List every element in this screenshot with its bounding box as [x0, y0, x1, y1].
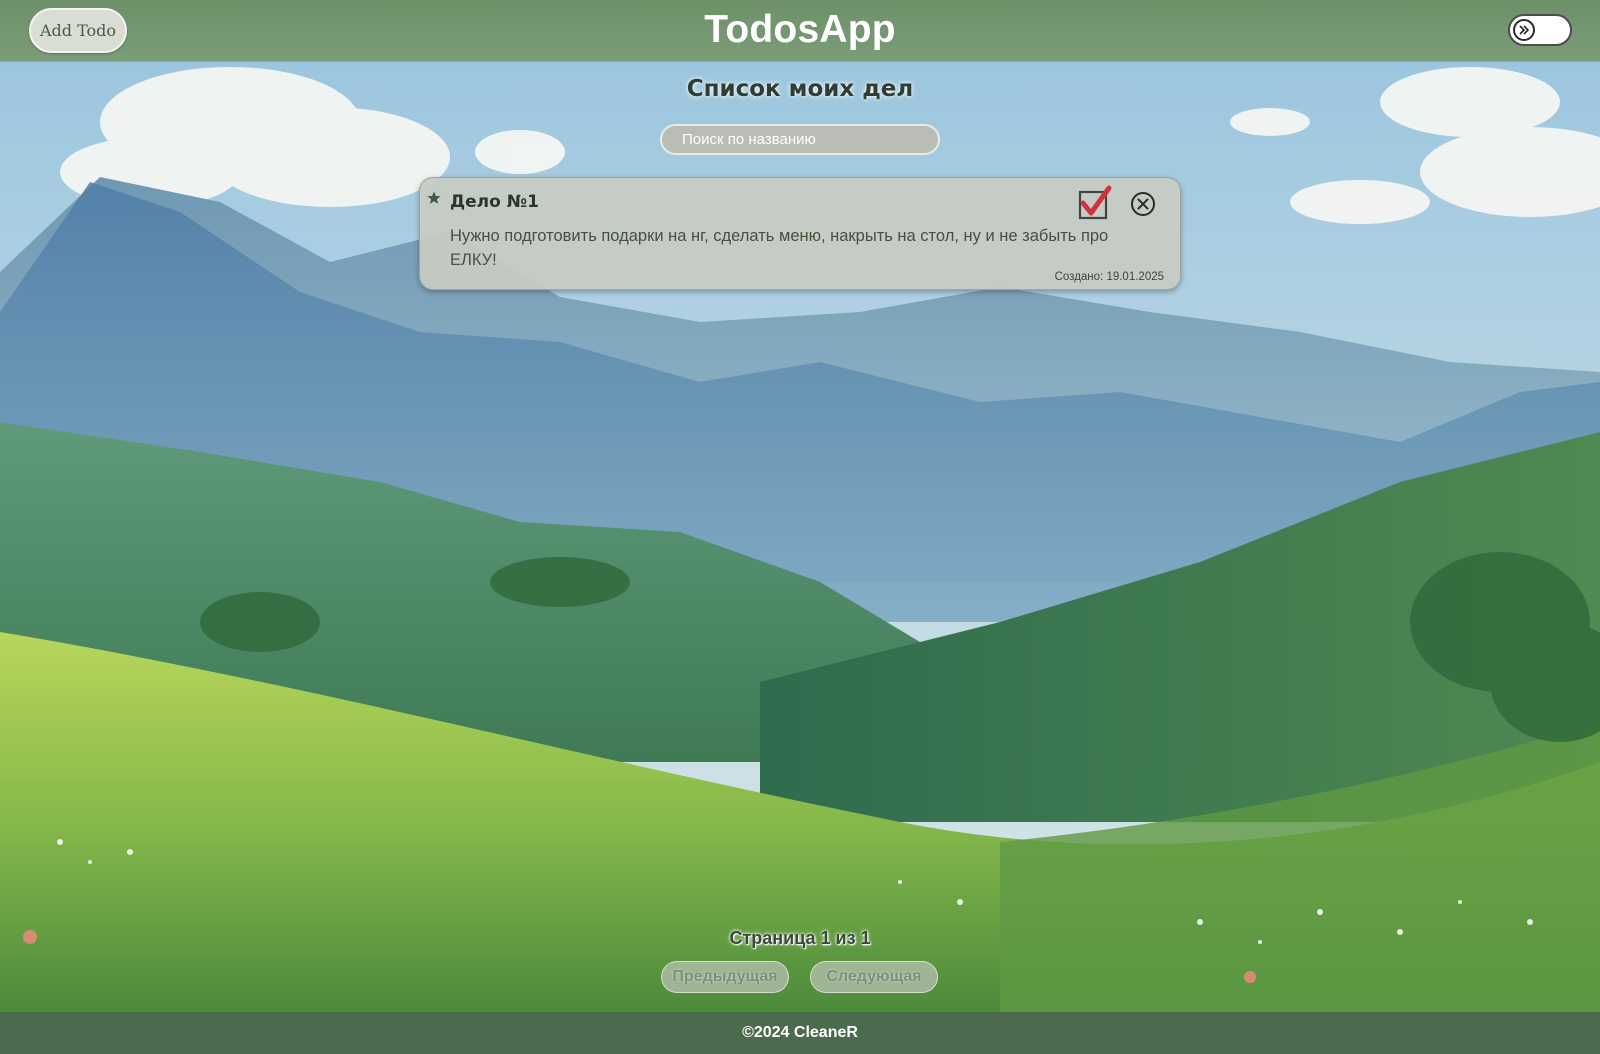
- next-page-button[interactable]: Следующая: [810, 961, 938, 993]
- double-chevron-right-icon: [1513, 19, 1535, 41]
- theme-toggle[interactable]: [1508, 14, 1572, 46]
- footer-copyright: ©2024 CleaneR: [742, 1024, 858, 1041]
- page-title: Список моих дел: [686, 76, 914, 102]
- pagination-info: Страница 1 из 1: [729, 928, 871, 948]
- todo-title: Дело №1: [450, 192, 540, 212]
- checkbox-checked-icon[interactable]: [1075, 185, 1115, 221]
- prev-page-button[interactable]: Предыдущая: [661, 961, 789, 993]
- star-icon[interactable]: [426, 190, 442, 210]
- app-title: TodosApp: [704, 8, 896, 51]
- search-input[interactable]: [660, 124, 940, 155]
- todo-description: Нужно подготовить подарки на нг, сделать…: [450, 227, 1109, 269]
- top-bar: Add Todo TodosApp: [0, 0, 1600, 62]
- todo-card: Дело №1 Нужно подготовить подарки на нг,…: [419, 177, 1181, 290]
- close-circle-icon[interactable]: [1129, 190, 1157, 218]
- footer: ©2024 CleaneR: [0, 1012, 1600, 1054]
- todo-created-date: Создано: 19.01.2025: [1054, 271, 1164, 283]
